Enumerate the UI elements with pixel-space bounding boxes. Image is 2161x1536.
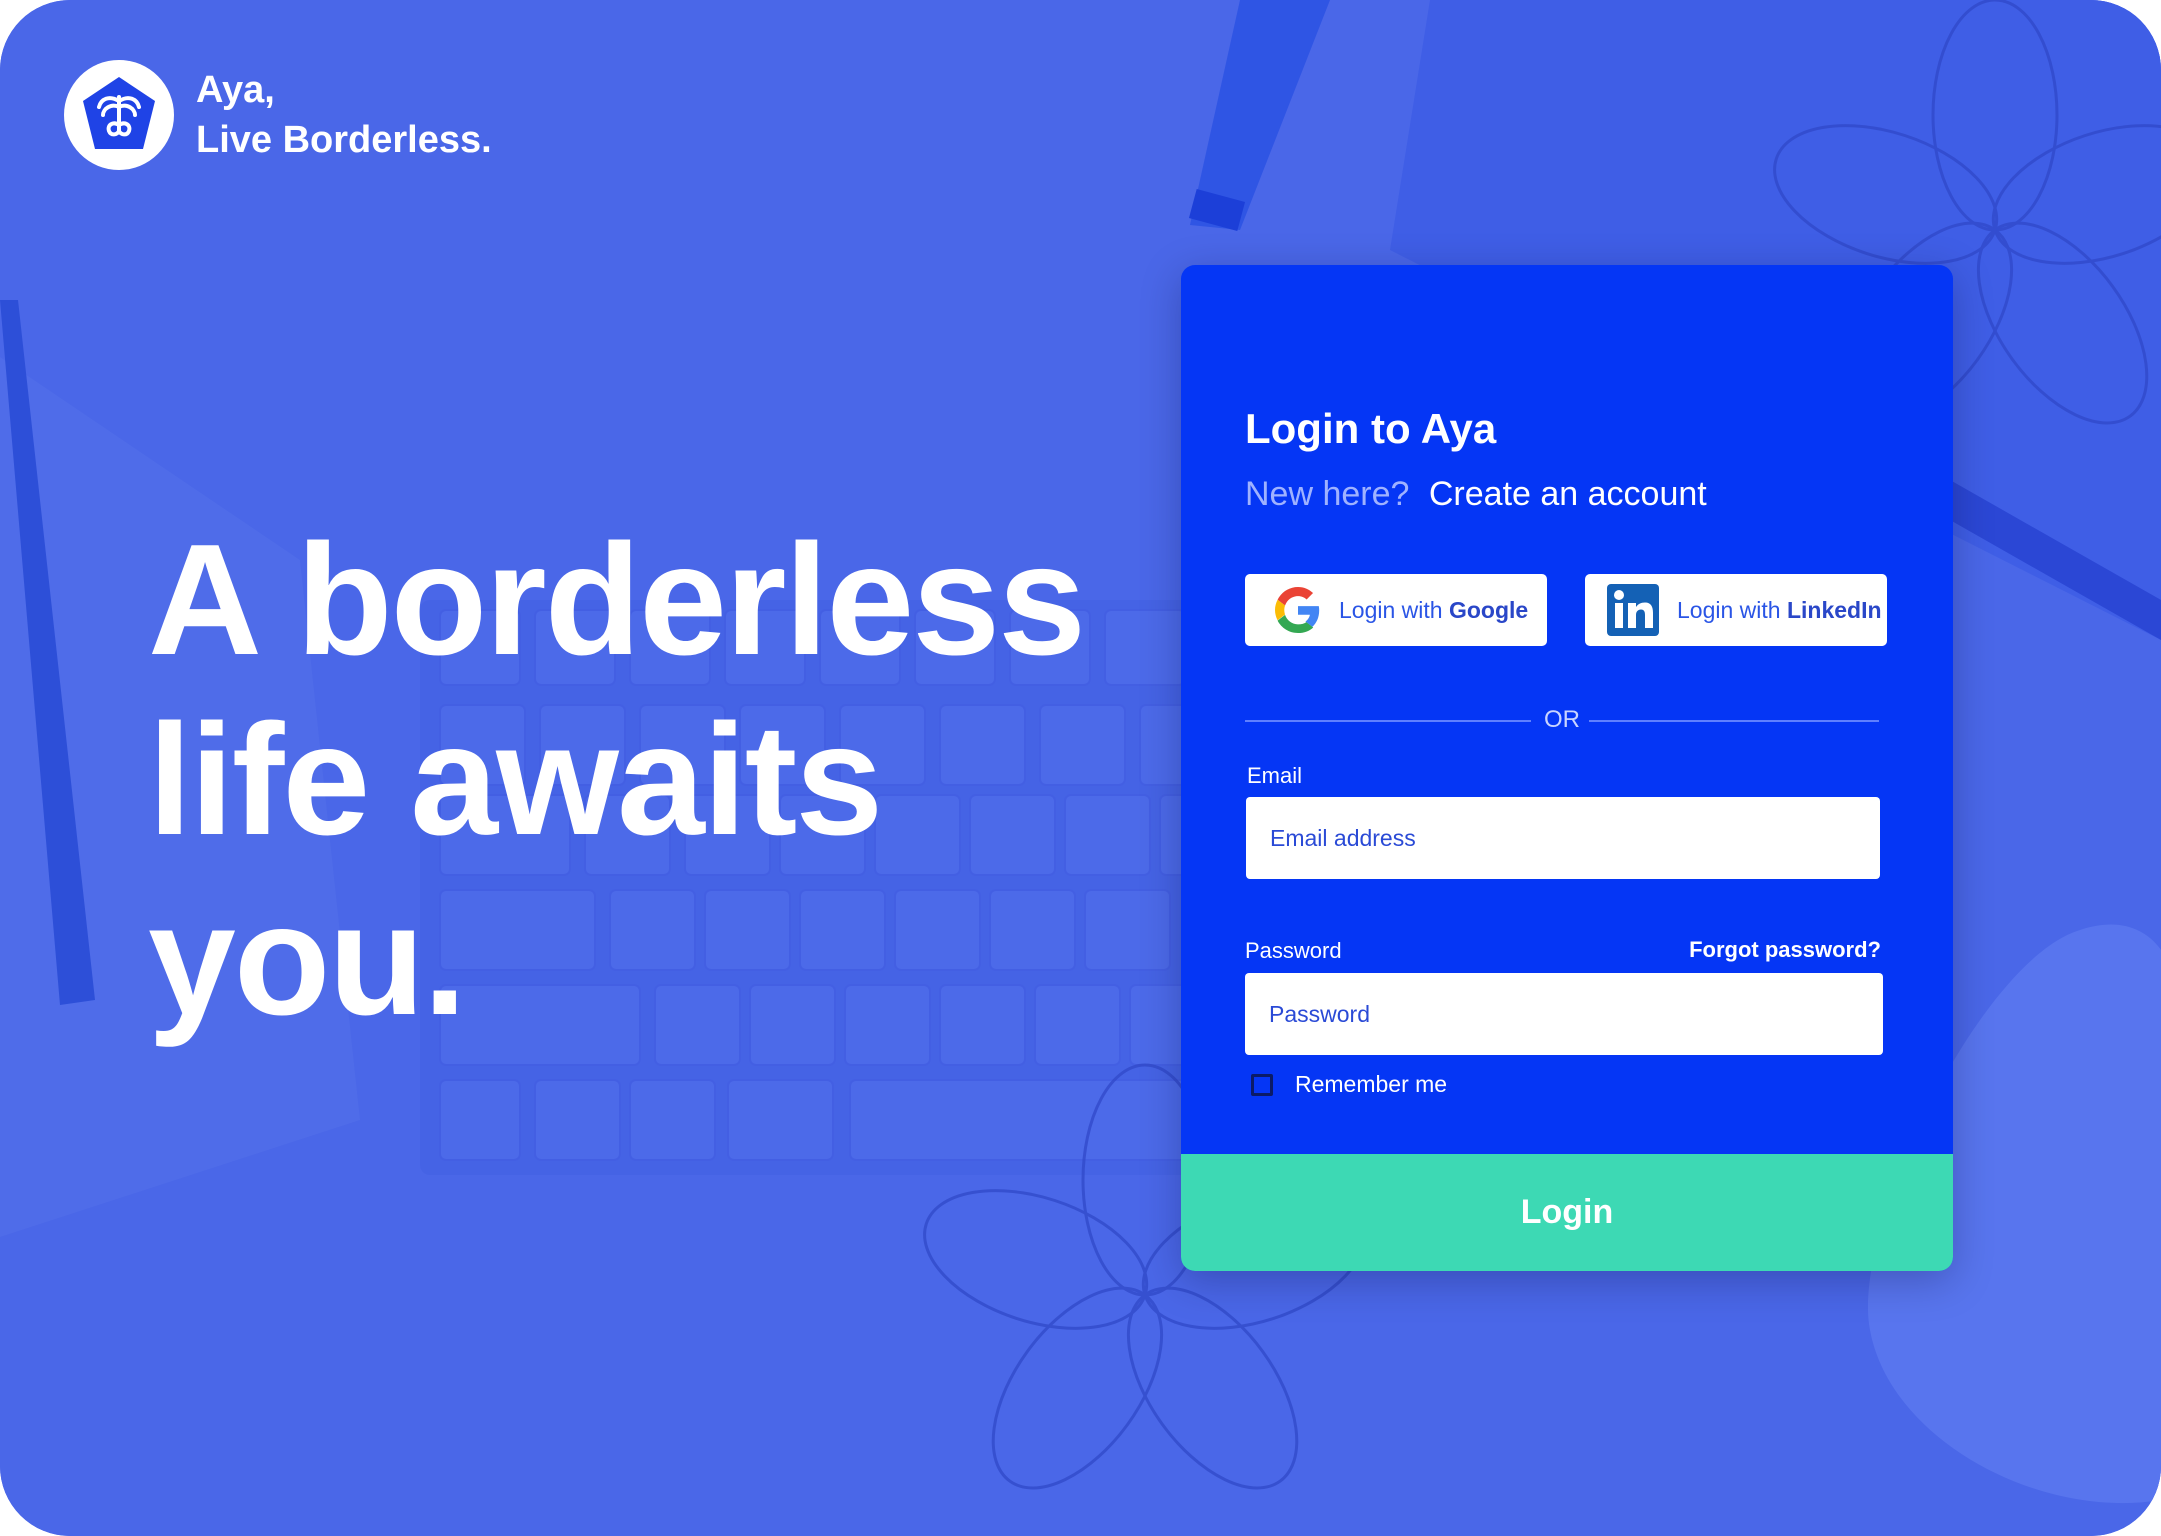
remember-me[interactable]: Remember me <box>1251 1071 1447 1098</box>
or-label: OR <box>1544 706 1580 733</box>
email-field[interactable] <box>1246 797 1880 879</box>
linkedin-icon <box>1607 584 1659 636</box>
linkedin-button-label: Login with LinkedIn <box>1677 597 1882 624</box>
password-field[interactable] <box>1245 973 1883 1055</box>
google-icon <box>1275 587 1321 633</box>
hero-line: A borderless <box>148 512 1086 688</box>
login-with-google-button[interactable]: Login with Google <box>1245 574 1547 646</box>
login-page: Aya, Live Borderless. A borderless life … <box>0 0 2161 1536</box>
email-label: Email <box>1247 763 1303 788</box>
linkedin-label-provider: LinkedIn <box>1786 596 1882 623</box>
aya-palm-logo-icon <box>64 60 174 170</box>
or-divider: OR <box>1245 705 1879 735</box>
remember-me-checkbox[interactable] <box>1251 1073 1273 1096</box>
login-button[interactable]: Login <box>1181 1154 1953 1271</box>
forgot-password-link[interactable]: Forgot password? <box>1689 937 1881 963</box>
google-label-provider: Google <box>1448 596 1529 623</box>
password-label: Password <box>1245 938 1342 963</box>
hero-headline: A borderless life awaits you. <box>148 510 1086 1050</box>
google-label-prefix: Login with <box>1339 596 1449 623</box>
signup-prompt: New here? Create an account <box>1245 475 1707 514</box>
hero-line: life awaits <box>148 692 883 868</box>
brand-name: Aya, <box>196 69 275 111</box>
login-card: Login to Aya New here? Create an account… <box>1181 265 1953 1271</box>
brand-tagline: Aya, Live Borderless. <box>196 65 492 165</box>
new-here-text: New here? <box>1245 475 1410 513</box>
login-with-linkedin-button[interactable]: Login with LinkedIn <box>1585 574 1887 646</box>
linkedin-label-prefix: Login with <box>1677 596 1787 623</box>
hero-line: you. <box>148 872 467 1048</box>
brand: Aya, Live Borderless. <box>64 60 492 170</box>
remember-me-label: Remember me <box>1295 1071 1448 1097</box>
create-account-link[interactable]: Create an account <box>1429 475 1707 513</box>
brand-slogan: Live Borderless. <box>196 119 492 161</box>
google-button-label: Login with Google <box>1339 597 1528 624</box>
login-title: Login to Aya <box>1245 405 1497 452</box>
